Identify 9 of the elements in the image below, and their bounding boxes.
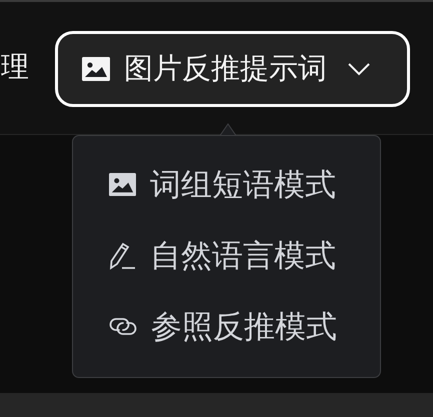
pencil-icon — [109, 242, 136, 270]
menu-item[interactable]: 参照反推模式 — [109, 298, 380, 355]
menu-item[interactable]: 自然语言模式 — [109, 227, 380, 284]
menu-item[interactable]: 词组短语模式 — [109, 156, 380, 213]
image-icon — [109, 172, 136, 196]
chevron-icon — [347, 62, 371, 76]
image-icon — [82, 56, 110, 82]
mode-dropdown-button[interactable]: 图片反推提示词 — [55, 31, 410, 107]
nav-label[interactable]: 理 — [1, 48, 29, 86]
